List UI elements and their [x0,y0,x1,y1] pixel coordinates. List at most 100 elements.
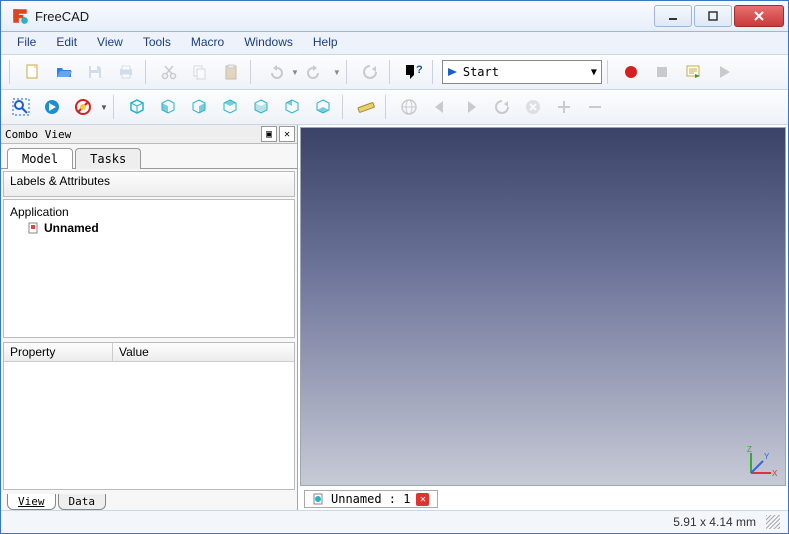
freecad-icon [11,7,29,25]
view-right-button[interactable] [185,93,213,121]
tree-root[interactable]: Application [10,204,288,220]
macro-record-button[interactable] [617,58,645,86]
panel-float-button[interactable]: ▣ [261,126,277,142]
zoom-out-button[interactable] [581,93,609,121]
nav-forward-button[interactable] [457,93,485,121]
toolbar-separator [145,60,150,84]
maximize-button[interactable] [694,5,732,27]
minimize-button[interactable] [654,5,692,27]
measure-button[interactable] [352,93,380,121]
tree-header: Labels & Attributes [3,171,295,197]
save-button[interactable] [81,58,109,86]
view-bottom-button[interactable] [309,93,337,121]
print-button[interactable] [112,58,140,86]
combo-view-titlebar[interactable]: Combo View ▣ ✕ [1,125,297,144]
statusbar: 5.91 x 4.14 mm [1,510,788,533]
macro-run-button[interactable] [710,58,738,86]
property-grid[interactable]: Property Value [3,342,295,490]
paste-button[interactable] [217,58,245,86]
menu-tools[interactable]: Tools [133,32,181,54]
toolbar-separator [389,60,394,84]
tab-model[interactable]: Model [7,148,73,169]
tree-document-label: Unnamed [44,221,99,235]
tab-data-props[interactable]: Data [58,494,107,510]
panel-close-button[interactable]: ✕ [279,126,295,142]
menu-help[interactable]: Help [303,32,348,54]
nav-back-button[interactable] [426,93,454,121]
nav-refresh-button[interactable] [488,93,516,121]
combo-view-panel: Combo View ▣ ✕ Model Tasks Labels & Attr… [1,125,298,510]
toolbar-separator [607,60,612,84]
chevron-down-icon: ▼ [591,67,597,78]
toolbar-separator [113,95,118,119]
3d-viewport[interactable]: X Z Y [300,127,786,486]
toolbar-main: ▼ ▼ ? Start ▼ [1,55,788,90]
copy-button[interactable] [186,58,214,86]
svg-text:?: ? [416,64,422,76]
view-rear-button[interactable] [247,93,275,121]
open-button[interactable] [50,58,78,86]
workbench-label: Start [463,65,499,79]
axis-indicator: X Z Y [745,445,779,479]
view-front-button[interactable] [154,93,182,121]
toolbar-separator [9,60,14,84]
zoom-in-button[interactable] [550,93,578,121]
toolbar-separator [432,60,437,84]
svg-text:Y: Y [764,452,770,461]
toolbar-separator [346,60,351,84]
tab-view-props[interactable]: View [7,494,56,510]
combo-view-title: Combo View [5,128,71,141]
value-column-header[interactable]: Value [113,343,155,361]
app-window: FreeCAD File Edit View Tools Macro Windo… [0,0,789,534]
status-dimensions: 5.91 x 4.14 mm [673,515,756,529]
web-home-button[interactable] [395,93,423,121]
property-bottom-tabs: View Data [1,492,297,510]
cut-button[interactable] [155,58,183,86]
document-icon [313,493,325,505]
refresh-button[interactable] [356,58,384,86]
undo-dropdown-icon[interactable]: ▼ [291,68,299,77]
menu-windows[interactable]: Windows [234,32,303,54]
property-grid-body[interactable] [4,362,294,489]
toolbar-separator [342,95,347,119]
start-arrow-icon [447,66,459,78]
window-controls [654,5,784,27]
combo-view-tabs: Model Tasks [1,144,297,169]
whatsthis-button[interactable]: ? [399,58,427,86]
resize-grip[interactable] [766,515,780,529]
undo-button[interactable] [260,58,288,86]
menu-view[interactable]: View [87,32,133,54]
redo-dropdown-icon[interactable]: ▼ [333,68,341,77]
view-isometric-button[interactable] [123,93,151,121]
view-top-button[interactable] [216,93,244,121]
close-button[interactable] [734,5,784,27]
tree-document[interactable]: Unnamed [10,220,288,236]
draw-style-button[interactable] [69,93,97,121]
menu-macro[interactable]: Macro [181,32,234,54]
macros-dialog-button[interactable] [679,58,707,86]
macro-stop-button[interactable] [648,58,676,86]
toolbar-view: ▼ [1,90,788,125]
document-tab[interactable]: Unnamed : 1 ✕ [304,490,438,508]
nav-stop-button[interactable] [519,93,547,121]
document-tree[interactable]: Application Unnamed [3,199,295,338]
property-grid-header: Property Value [4,343,294,362]
drawstyle-dropdown-icon[interactable]: ▼ [100,103,108,112]
menu-file[interactable]: File [7,32,46,54]
menubar: File Edit View Tools Macro Windows Help [1,32,788,55]
document-tab-close[interactable]: ✕ [416,493,429,506]
svg-text:X: X [772,469,778,478]
fit-selection-button[interactable] [38,93,66,121]
titlebar[interactable]: FreeCAD [1,1,788,32]
view-left-button[interactable] [278,93,306,121]
toolbar-separator [250,60,255,84]
property-column-header[interactable]: Property [4,343,113,361]
fit-all-button[interactable] [7,93,35,121]
tab-tasks[interactable]: Tasks [75,148,141,169]
new-button[interactable] [19,58,47,86]
client-area: Combo View ▣ ✕ Model Tasks Labels & Attr… [1,125,788,510]
redo-button[interactable] [302,58,330,86]
workbench-selector[interactable]: Start ▼ [442,60,602,84]
menu-edit[interactable]: Edit [46,32,87,54]
document-icon [28,222,40,234]
